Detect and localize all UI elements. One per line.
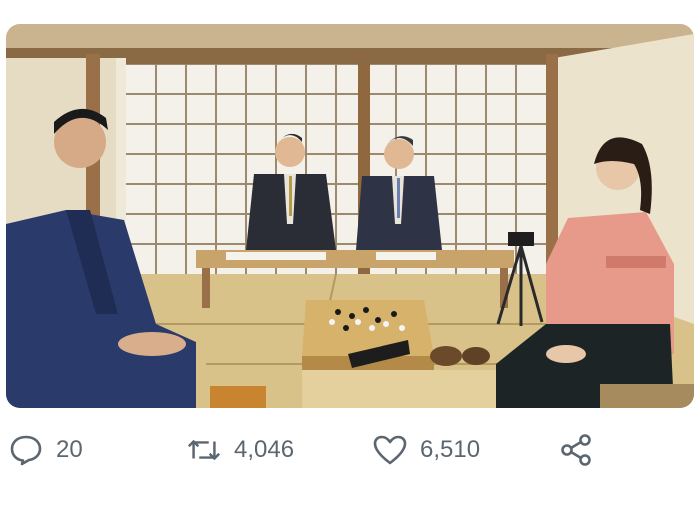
heart-icon: [372, 432, 408, 468]
retweet-button[interactable]: 4,046: [186, 430, 294, 470]
tweet-photo[interactable]: [6, 24, 694, 408]
stone-bowl-left: [430, 346, 462, 366]
share-button[interactable]: [558, 430, 594, 470]
retweet-count: 4,046: [234, 436, 295, 463]
share-icon: [558, 432, 594, 468]
reply-button[interactable]: 20: [8, 430, 83, 470]
tweet-action-bar: 20 4,046 6,510: [0, 424, 700, 480]
wooden-box: [210, 386, 266, 408]
like-count: 6,510: [420, 436, 481, 463]
photo-scene: [6, 24, 694, 408]
stone-bowl-right: [462, 347, 490, 365]
speech-bubble-icon: [8, 432, 44, 468]
retweet-icon: [186, 432, 222, 468]
like-button[interactable]: 6,510: [372, 430, 480, 470]
reply-count: 20: [56, 436, 83, 463]
page-bottom: [0, 488, 700, 525]
